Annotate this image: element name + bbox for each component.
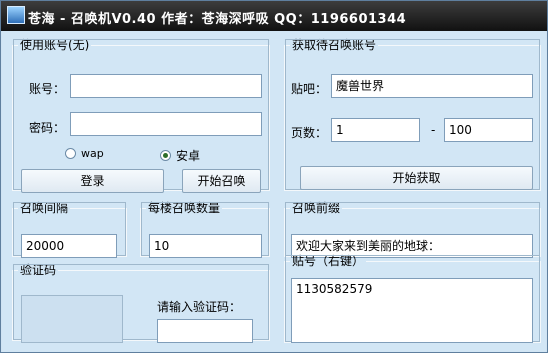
start-summon-button[interactable]: 开始召唤 (182, 169, 261, 193)
captcha-image[interactable] (21, 295, 123, 343)
fetch-group: 获取待召唤账号 贴吧： 魔兽世界 页数： 1 - 100 开始获取 (284, 38, 541, 191)
captcha-input[interactable] (157, 319, 253, 343)
fetch-group-title: 获取待召唤账号 (292, 38, 377, 52)
page-to-input[interactable]: 100 (444, 118, 533, 142)
app-icon (7, 6, 25, 24)
title-bar[interactable]: 苍海 - 召唤机V0.40 作者：苍海深呼吸 QQ：1196601344 (1, 1, 547, 31)
radio-wap-label: wap (81, 147, 104, 160)
interval-group: 召唤间隔 20000 (12, 201, 127, 258)
account-label: 账号： (29, 82, 66, 96)
start-fetch-button[interactable]: 开始获取 (300, 166, 533, 190)
radio-android-circle[interactable] (160, 150, 171, 161)
app-window: 苍海 - 召唤机V0.40 作者：苍海深呼吸 QQ：1196601344 使用账… (0, 0, 548, 353)
captcha-group-title: 验证码 (20, 263, 57, 277)
post-group-title: 贴号（右键） (292, 254, 365, 268)
per-floor-input[interactable]: 10 (149, 234, 262, 258)
radio-android[interactable]: 安卓 (160, 147, 200, 164)
account-group: 使用账号(无) 账号： 密码： wap 安卓 登录 开始召唤 (12, 38, 270, 193)
password-label: 密码： (29, 121, 66, 135)
post-list-textarea[interactable]: 1130582579 (291, 278, 533, 343)
account-input[interactable] (70, 74, 262, 98)
captcha-group: 验证码 请输入验证码： (12, 263, 270, 343)
post-group: 贴号（右键） 1130582579 (284, 254, 541, 343)
prefix-group: 召唤前缀 欢迎大家来到美丽的地球： (284, 201, 541, 258)
per-floor-group: 每楼召唤数量 10 (140, 201, 270, 258)
captcha-input-label: 请输入验证码： (157, 300, 242, 314)
password-input[interactable] (70, 112, 262, 136)
per-floor-group-title: 每楼召唤数量 (148, 201, 221, 215)
pages-label: 页数： (291, 126, 328, 140)
tieba-label: 贴吧： (291, 82, 328, 96)
radio-wap-circle[interactable] (65, 148, 76, 159)
window-title: 苍海 - 召唤机V0.40 作者：苍海深呼吸 QQ：1196601344 (28, 12, 407, 27)
interval-input[interactable]: 20000 (21, 234, 117, 258)
page-from-input[interactable]: 1 (331, 118, 420, 142)
page-range-dash: - (431, 123, 436, 137)
login-button[interactable]: 登录 (21, 169, 164, 193)
radio-android-label: 安卓 (176, 149, 201, 163)
tieba-input[interactable]: 魔兽世界 (331, 74, 533, 98)
client-area: 使用账号(无) 账号： 密码： wap 安卓 登录 开始召唤 获取待召唤账号 贴… (2, 31, 546, 352)
interval-group-title: 召唤间隔 (20, 201, 69, 215)
radio-wap[interactable]: wap (65, 147, 104, 160)
account-group-title: 使用账号(无) (20, 38, 90, 52)
prefix-group-title: 召唤前缀 (292, 201, 341, 215)
